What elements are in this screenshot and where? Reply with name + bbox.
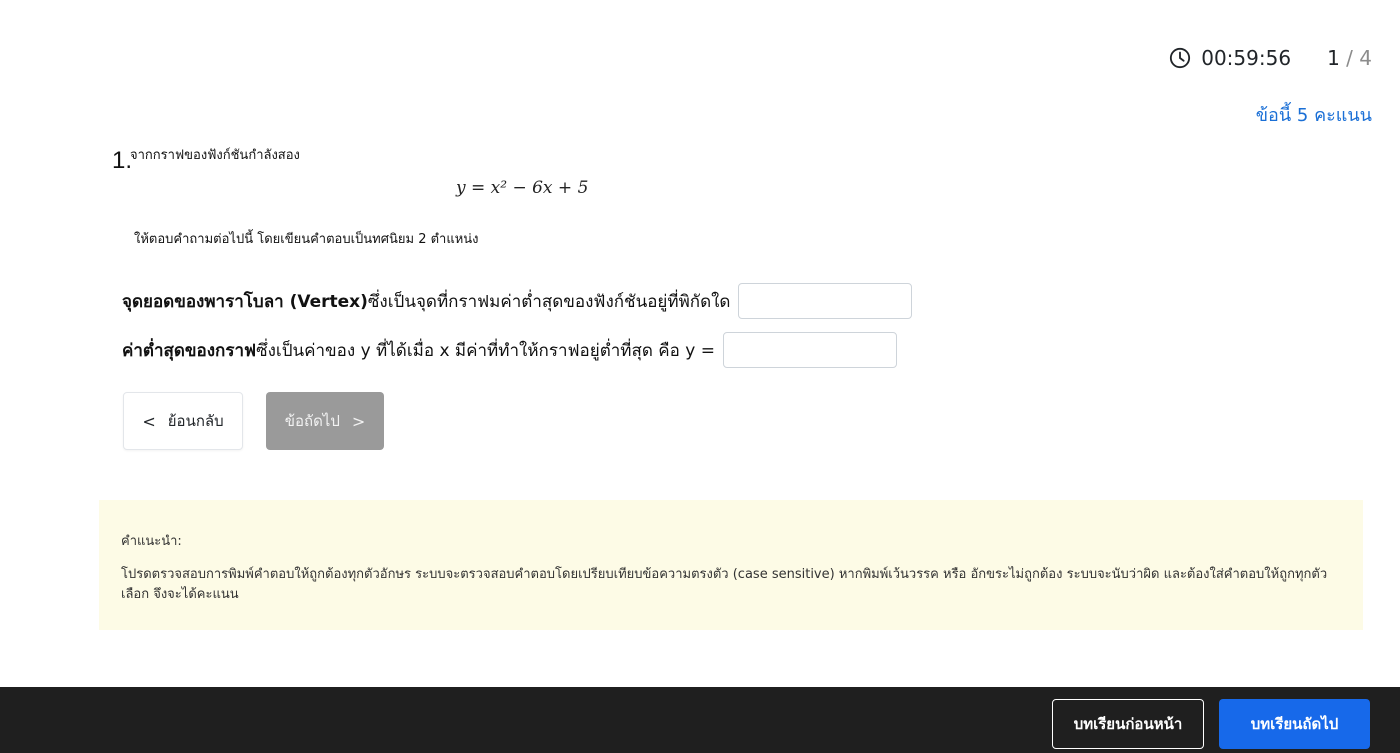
previous-lesson-button[interactable]: บทเรียนก่อนหน้า (1052, 699, 1204, 749)
timer: 00:59:56 (1169, 46, 1291, 70)
footer-bar: บทเรียนก่อนหน้า บทเรียนถัดไป (0, 687, 1400, 753)
chevron-left-icon: < (142, 411, 156, 431)
score-label: ข้อนี้ 5 คะแนน (1255, 105, 1372, 126)
chevron-right-icon: > (351, 411, 366, 431)
answer-label-text: ซึ่งเป็นจุดที่กราฟมค่าต่ำสุดของฟังก์ชันอ… (367, 291, 731, 312)
vertex-answer-input[interactable] (738, 283, 913, 319)
minimum-answer-input[interactable] (723, 332, 898, 368)
counter-separator: / (1346, 46, 1353, 70)
next-lesson-button[interactable]: บทเรียนถัดไป (1219, 699, 1370, 749)
answer-label-text: ซึ่งเป็นค่าของ y ที่ได้เมื่อ x มีค่าที่ท… (256, 340, 716, 361)
current-question: 1 (1327, 46, 1340, 70)
next-question-button[interactable]: ข้อถัดไป > (266, 392, 384, 450)
question-counter: 1 / 4 (1327, 46, 1372, 70)
back-button-label: ย้อนกลับ (167, 412, 224, 430)
answer-label-bold: ค่าต่ำสุดของกราฟ (122, 340, 257, 361)
question-number: 1. (112, 147, 133, 174)
timer-value: 00:59:56 (1201, 46, 1292, 70)
question-instruction: ให้ตอบคำถามต่อไปนี้ โดยเขียนคำตอบเป็นทศน… (134, 232, 479, 247)
hint-body: โปรดตรวจสอบการพิมพ์คำตอบให้ถูกต้องทุกตัว… (121, 567, 1328, 602)
answer-label-bold: จุดยอดของพาราโบลา (Vertex) (122, 291, 368, 312)
status-bar: 00:59:56 1 / 4 (1169, 46, 1372, 70)
answer-row-minimum: ค่าต่ำสุดของกราฟ ซึ่งเป็นค่าของ y ที่ได้… (122, 332, 898, 368)
hint-box: คำแนะนำ: โปรดตรวจสอบการพิมพ์คำตอบให้ถูกต… (99, 500, 1363, 630)
clock-icon (1170, 47, 1191, 69)
next-button-label: ข้อถัดไป (284, 412, 340, 430)
back-button[interactable]: < ย้อนกลับ (123, 392, 243, 450)
question-intro: จากกราฟของฟังก์ชันกำลังสอง (130, 148, 300, 163)
hint-title: คำแนะนำ: (121, 534, 182, 549)
equation: y = x² − 6x + 5 (456, 178, 589, 198)
answer-row-vertex: จุดยอดของพาราโบลา (Vertex) ซึ่งเป็นจุดที… (122, 283, 913, 319)
total-questions: 4 (1359, 46, 1372, 70)
